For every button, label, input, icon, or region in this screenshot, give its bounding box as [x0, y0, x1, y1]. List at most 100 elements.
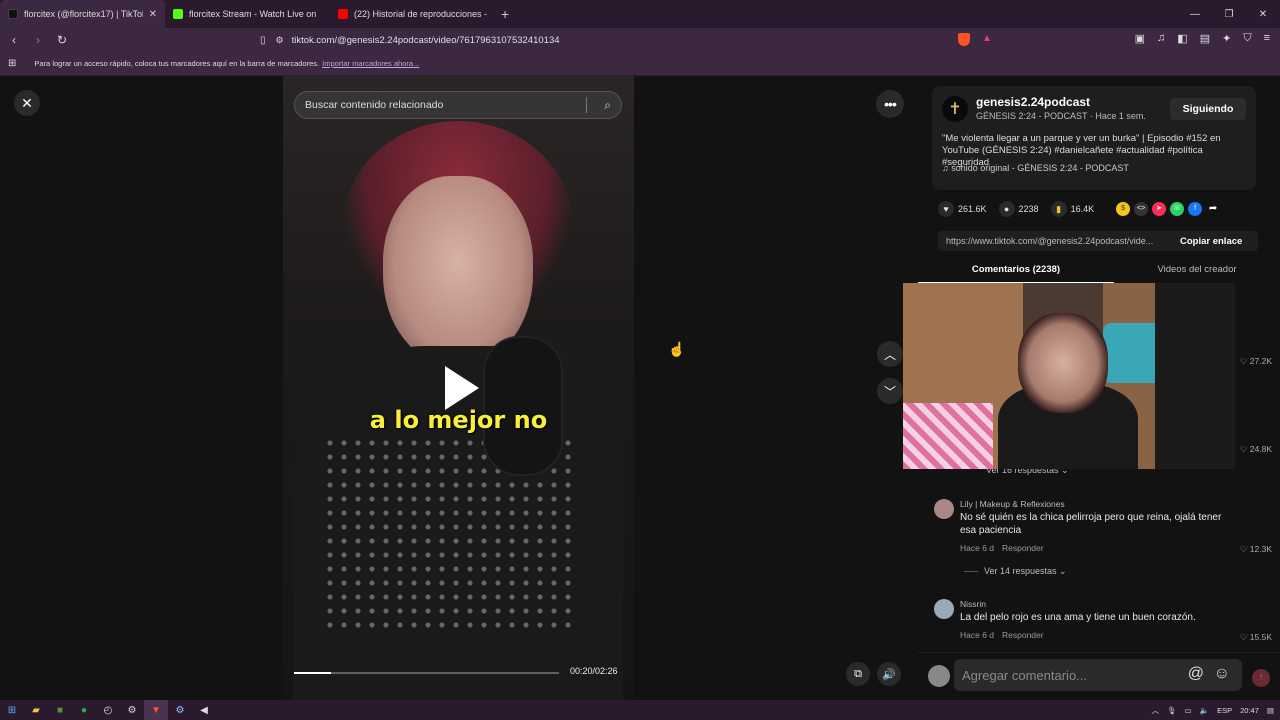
like-count-value: 12.3K — [1249, 544, 1272, 554]
comment-like-count[interactable]: ♡ 15.5K — [1240, 632, 1272, 643]
comment-input[interactable]: Agregar comentario... @ ☺ — [954, 659, 1242, 691]
commenter-name[interactable]: Lily | Makeup & Reflexiones — [960, 499, 1065, 509]
reply-link[interactable]: Responder — [1002, 630, 1044, 640]
brave-rewards-icon[interactable]: ▲ — [982, 33, 992, 44]
tab-creator-videos[interactable]: Videos del creador — [1114, 264, 1280, 284]
tiktok-icon — [8, 9, 18, 19]
play-icon[interactable] — [445, 366, 479, 410]
copy-link-button[interactable]: Copiar enlace — [1180, 236, 1242, 247]
comment-like-count[interactable]: ♡ 27.2K — [1240, 356, 1272, 367]
tray-expand-icon[interactable]: ︿ — [1152, 705, 1160, 716]
bookmarks-hint: Para lograr un acceso rápido, coloca tus… — [34, 59, 320, 68]
like-action[interactable]: ♥ 261.6K — [938, 201, 987, 217]
send-icon[interactable]: ➤ — [1152, 202, 1167, 216]
save-action[interactable]: ▮ 16.4K — [1050, 201, 1095, 217]
view-replies-link[interactable]: Ver 14 respuestas ⌄ — [964, 566, 1067, 577]
menu-icon[interactable]: ≡ — [1264, 32, 1270, 45]
screenshot-icon[interactable]: ▣ — [1135, 32, 1145, 45]
audio-app-icon[interactable]: ◀ — [192, 700, 216, 720]
clock[interactable]: 20:47 — [1240, 706, 1259, 715]
new-tab-button[interactable]: + — [501, 6, 509, 22]
brave-shield-icon[interactable] — [958, 33, 970, 46]
comment-like-count[interactable]: ♡ 24.8K — [1240, 444, 1272, 455]
whatsapp-icon[interactable]: ☏ — [1170, 202, 1185, 216]
sidebar-icon[interactable]: ◧ — [1177, 32, 1187, 45]
related-search-input[interactable]: Buscar contenido relacionado ⌕ — [294, 91, 622, 119]
vpn-icon[interactable]: ⛉ — [1243, 32, 1251, 45]
brave-icon[interactable]: ▼ — [144, 700, 168, 720]
navigation-bar: ‹ › ↻ ▯ ⚙ tiktok.com/@genesis2.24podcast… — [0, 28, 1280, 52]
post-link[interactable]: https://www.tiktok.com/@genesis2.24podca… — [938, 236, 1172, 246]
bookmark-icon: ▮ — [1050, 201, 1067, 217]
creator-avatar[interactable]: ✝ — [942, 96, 968, 122]
mention-icon[interactable]: @ — [1188, 665, 1204, 683]
url-text: tiktok.com/@genesis2.24podcast/video/761… — [291, 34, 560, 46]
apps-grid-icon[interactable]: ⊞ — [8, 58, 16, 69]
youtube-icon — [338, 9, 348, 19]
commenter-name[interactable]: Nissrin — [960, 599, 986, 609]
commenter-avatar[interactable] — [934, 499, 954, 519]
steam-icon[interactable]: ⚙ — [120, 700, 144, 720]
reply-link[interactable]: Responder — [1002, 543, 1044, 553]
minecraft-icon[interactable]: ■ — [48, 700, 72, 720]
bookmark-icon[interactable]: ▯ — [260, 35, 266, 46]
share-arrow-icon[interactable]: ➦ — [1206, 202, 1220, 216]
video-player[interactable]: Buscar contenido relacionado ⌕ a lo mejo… — [283, 76, 634, 700]
forward-button[interactable]: › — [28, 33, 48, 47]
tab-kick[interactable]: florcitex Stream - Watch Live on — [165, 0, 330, 28]
back-button[interactable]: ‹ — [4, 33, 24, 47]
commenter-avatar[interactable] — [934, 599, 954, 619]
emoji-icon[interactable]: ☺ — [1214, 665, 1230, 683]
leo-icon[interactable]: ✦ — [1222, 32, 1231, 45]
music-row[interactable]: ♫ sonido original - GÉNESIS 2:24 - PODCA… — [942, 163, 1129, 173]
minimize-button[interactable]: — — [1178, 0, 1212, 28]
volume-button[interactable]: 🔊 — [877, 662, 901, 686]
comment-action[interactable]: ● 2238 — [998, 201, 1039, 217]
steam-app-icon[interactable]: ⚙ — [168, 700, 192, 720]
send-comment-button[interactable]: ↑ — [1252, 669, 1270, 687]
previous-video-button[interactable]: ︿ — [877, 341, 903, 367]
next-video-button[interactable]: ﹀ — [877, 378, 903, 404]
like-count-value: 24.8K — [1249, 444, 1272, 454]
coin-icon[interactable]: $ — [1116, 202, 1131, 216]
save-count: 16.4K — [1070, 204, 1095, 214]
notifications-icon[interactable]: ▤ — [1267, 706, 1274, 715]
reload-button[interactable]: ↻ — [52, 33, 72, 47]
site-info-icon[interactable]: ⚙ — [276, 35, 284, 46]
webcam-shadow — [1155, 283, 1235, 469]
window-controls: — ❐ ✕ — [1178, 0, 1280, 28]
tab-tiktok[interactable]: florcitex (@florcitex17) | TikTok ✕ — [0, 0, 165, 28]
embed-icon[interactable]: <> — [1134, 202, 1149, 216]
network-icon[interactable]: ▭ — [1185, 706, 1192, 715]
file-explorer-icon[interactable]: ▰ — [24, 700, 48, 720]
close-video-button[interactable]: ✕ — [14, 90, 40, 116]
search-icon[interactable]: ⌕ — [604, 98, 611, 113]
volume-icon[interactable]: 🔈 — [1200, 706, 1209, 715]
music-icon[interactable]: ♫ — [1157, 32, 1165, 45]
creator-username[interactable]: genesis2.24podcast — [976, 95, 1090, 109]
clock-app-icon[interactable]: ◴ — [96, 700, 120, 720]
search-placeholder: Buscar contenido relacionado — [305, 99, 444, 111]
tab-comments[interactable]: Comentarios (2238) — [918, 264, 1114, 284]
comment-placeholder: Agregar comentario... — [962, 667, 1088, 683]
tab-youtube[interactable]: (22) Historial de reproducciones - Yo — [330, 0, 495, 28]
facebook-icon[interactable]: f — [1188, 202, 1203, 216]
following-button[interactable]: Siguiendo — [1170, 98, 1246, 120]
microphone-icon[interactable]: 🎙 — [1167, 706, 1177, 715]
start-icon[interactable]: ⊞ — [0, 700, 24, 720]
comment-time: Hace 6 d — [960, 630, 995, 640]
search-divider — [586, 97, 587, 113]
spotify-icon[interactable]: ● — [72, 700, 96, 720]
video-progress-bar[interactable] — [294, 672, 559, 674]
tiktok-video-page: ✕ Buscar contenido relacionado ⌕ a lo me… — [0, 76, 1280, 700]
language-indicator[interactable]: ESP — [1217, 706, 1232, 715]
pip-button[interactable]: ⧉ — [846, 662, 870, 686]
comment-like-count[interactable]: ♡ 12.3K — [1240, 544, 1272, 555]
import-bookmarks-link[interactable]: Importar marcadores ahora... — [322, 59, 419, 68]
close-tab-icon[interactable]: ✕ — [149, 9, 157, 20]
address-bar[interactable]: ▯ ⚙ tiktok.com/@genesis2.24podcast/video… — [260, 30, 1000, 50]
more-options-button[interactable]: ••• — [876, 90, 904, 118]
close-window-button[interactable]: ✕ — [1246, 0, 1280, 28]
restore-button[interactable]: ❐ — [1212, 0, 1246, 28]
wallet-icon[interactable]: ▤ — [1200, 32, 1210, 45]
